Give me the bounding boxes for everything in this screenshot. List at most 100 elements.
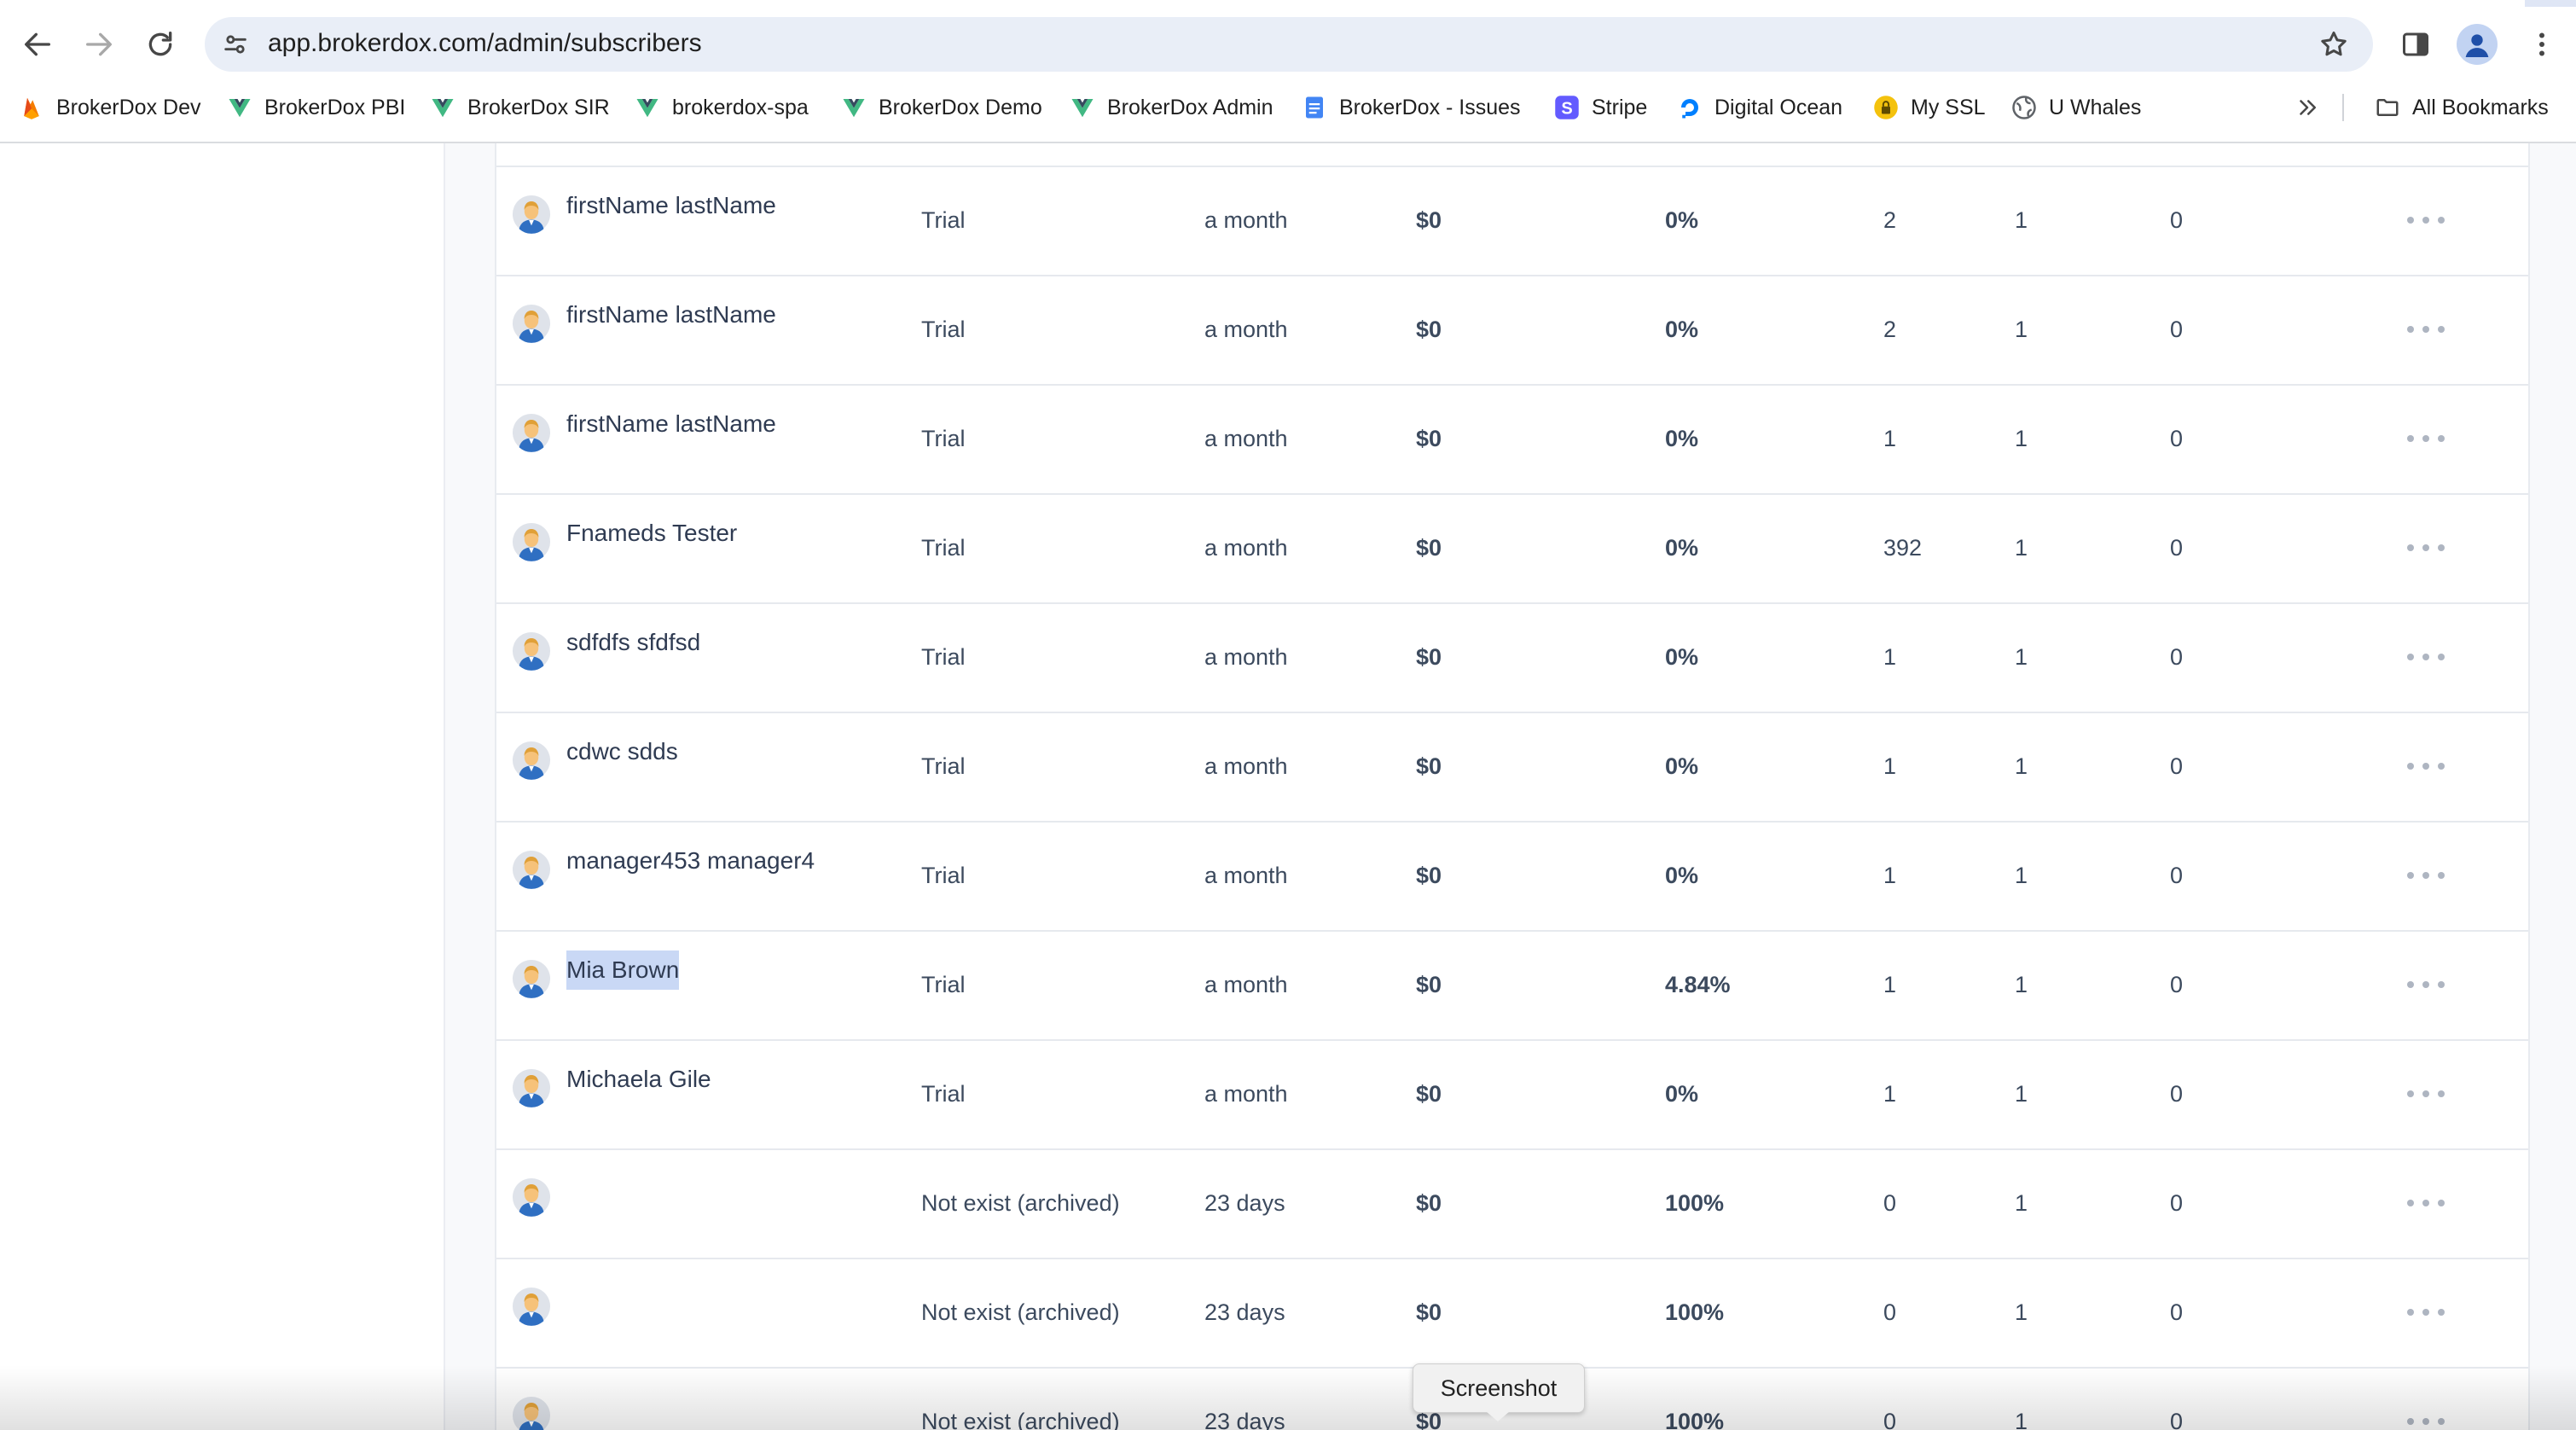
row-actions-button[interactable] (2407, 493, 2445, 602)
user-avatar-icon (512, 1287, 551, 1326)
bookmarks-overflow-button[interactable] (2295, 85, 2332, 130)
row-actions-button[interactable] (2407, 384, 2445, 493)
bookmark-brokerdox-sir[interactable]: BrokerDox SIR (430, 85, 610, 130)
svg-text:S: S (1561, 100, 1572, 119)
subscriber-name[interactable]: Mia Brown (566, 950, 680, 990)
bookmark-brokerdox-admin[interactable]: BrokerDox Admin (1070, 85, 1273, 130)
row-actions-button[interactable] (2407, 275, 2445, 384)
count-2-value: 1 (2015, 1299, 2028, 1325)
amount-value: $0 (1416, 753, 1442, 779)
user-avatar-icon (512, 413, 551, 452)
subscriber-name[interactable]: sdfdfs sfdfsd (566, 623, 700, 662)
subscriber-name[interactable]: firstName lastName (566, 186, 776, 225)
subscription-period: 23 days (1204, 1189, 1285, 1216)
table-row[interactable]: firstName lastName Trial a month $0 0% 2 1 0 (496, 275, 2528, 386)
subscriber-name[interactable]: firstName lastName (566, 295, 776, 334)
count-3-value: 0 (2170, 1408, 2184, 1430)
user-avatar-icon (512, 850, 551, 889)
bookmark-label: BrokerDox SIR (467, 95, 610, 119)
count-2-value: 1 (2015, 1189, 2028, 1216)
count-1-value: 1 (1883, 425, 1897, 451)
row-actions-button[interactable] (2407, 166, 2445, 275)
table-row[interactable]: cdwc sdds Trial a month $0 0% 1 1 0 (496, 712, 2528, 823)
forward-button[interactable] (73, 19, 125, 70)
table-row[interactable]: Mia Brown Trial a month $0 4.84% 1 1 0 (496, 930, 2528, 1041)
percent-value: 0% (1665, 862, 1699, 888)
table-row[interactable]: sdfdfs sfdfsd Trial a month $0 0% 1 1 0 (496, 602, 2528, 713)
count-1-value: 2 (1883, 206, 1897, 233)
subscription-plan: Trial (921, 862, 966, 888)
row-actions-button[interactable] (2407, 1258, 2445, 1367)
count-3-value: 0 (2170, 1299, 2184, 1325)
row-actions-button[interactable] (2407, 712, 2445, 821)
amount-value: $0 (1416, 316, 1442, 342)
bookmark-star-icon[interactable] (2315, 26, 2353, 63)
back-button[interactable] (12, 19, 63, 70)
count-2-value: 1 (2015, 425, 2028, 451)
subscriber-name[interactable]: Fnameds Tester (566, 514, 737, 553)
arrow-left-icon (25, 32, 50, 56)
table-row[interactable]: Michaela Gile Trial a month $0 0% 1 1 0 (496, 1039, 2528, 1150)
bookmark-label: My SSL (1911, 95, 1986, 119)
person-icon (2465, 34, 2489, 57)
subscription-plan: Not exist (archived) (921, 1408, 1120, 1430)
profile-avatar[interactable] (2457, 24, 2498, 65)
bookmark-brokerdox-issues[interactable]: BrokerDox - Issues (1302, 85, 1521, 130)
bookmark-stripe[interactable]: S Stripe (1554, 85, 1647, 130)
all-bookmarks-button[interactable]: All Bookmarks (2375, 85, 2549, 130)
bookmark-brokerdox-demo[interactable]: BrokerDox Demo (841, 85, 1042, 130)
subscriber-name[interactable]: cdwc sdds (566, 732, 678, 771)
count-2-value: 1 (2015, 643, 2028, 670)
table-row-partial (496, 143, 2528, 167)
side-panel-button[interactable] (2395, 24, 2436, 65)
amount-value: $0 (1416, 643, 1442, 670)
url-text[interactable]: app.brokerdox.com/admin/subscribers (268, 29, 702, 58)
percent-value: 100% (1665, 1299, 1725, 1325)
more-menu-button[interactable] (2525, 24, 2559, 65)
subscriber-name[interactable]: Michaela Gile (566, 1060, 711, 1099)
google-docs-icon (1302, 95, 1327, 120)
address-bar[interactable]: app.brokerdox.com/admin/subscribers (205, 17, 2373, 72)
count-3-value: 0 (2170, 971, 2184, 997)
percent-value: 0% (1665, 206, 1699, 233)
row-actions-button[interactable] (2407, 821, 2445, 930)
amount-value: $0 (1416, 425, 1442, 451)
folder-icon (2375, 95, 2400, 120)
user-avatar-icon (512, 304, 551, 343)
subscription-plan: Not exist (archived) (921, 1189, 1120, 1216)
amount-value: $0 (1416, 1189, 1442, 1216)
row-actions-button[interactable] (2407, 1367, 2445, 1430)
bookmark-label: BrokerDox Demo (879, 95, 1042, 119)
table-row[interactable]: firstName lastName Trial a month $0 0% 2 1 0 (496, 166, 2528, 276)
reload-icon (148, 32, 172, 56)
arrow-right-icon (86, 32, 112, 56)
site-info-icon[interactable] (217, 26, 254, 63)
row-actions-button[interactable] (2407, 930, 2445, 1039)
bookmark-u-whales[interactable]: U Whales (2011, 85, 2141, 130)
table-row[interactable]: Not exist (archived) 23 days $0 100% 0 1 0 (496, 1258, 2528, 1369)
count-2-value: 1 (2015, 753, 2028, 779)
bookmark-brokerdox-spa[interactable]: brokerdox-spa (635, 85, 809, 130)
subscription-period: a month (1204, 425, 1288, 451)
subscriber-name[interactable]: firstName lastName (566, 404, 776, 444)
active-tab[interactable] (0, 0, 2525, 7)
table-row[interactable]: Not exist (archived) 23 days $0 100% 0 1 0 (496, 1148, 2528, 1259)
table-row[interactable]: Fnameds Tester Trial a month $0 0% 392 1 0 (496, 493, 2528, 604)
subscription-period: 23 days (1204, 1299, 1285, 1325)
row-actions-button[interactable] (2407, 1148, 2445, 1258)
percent-value: 4.84% (1665, 971, 1731, 997)
count-2-value: 1 (2015, 862, 2028, 888)
reload-button[interactable] (135, 19, 186, 70)
bookmark-brokerdox-pbi[interactable]: BrokerDox PBI (227, 85, 405, 130)
row-actions-button[interactable] (2407, 602, 2445, 712)
subscription-period: a month (1204, 971, 1288, 997)
percent-value: 0% (1665, 643, 1699, 670)
table-row[interactable]: manager453 manager4 Trial a month $0 0% 1 1 0 (496, 821, 2528, 932)
table-row[interactable]: firstName lastName Trial a month $0 0% 1 1 0 (496, 384, 2528, 495)
bookmark-brokerdox-dev[interactable]: BrokerDox Dev (19, 85, 201, 130)
bookmark-digital-ocean[interactable]: Digital Ocean (1677, 85, 1842, 130)
row-actions-button[interactable] (2407, 1039, 2445, 1148)
bookmark-my-ssl[interactable]: My SSL (1873, 85, 1986, 130)
subscriber-name[interactable]: manager453 manager4 (566, 841, 815, 881)
bookmarks-separator (2342, 94, 2344, 121)
